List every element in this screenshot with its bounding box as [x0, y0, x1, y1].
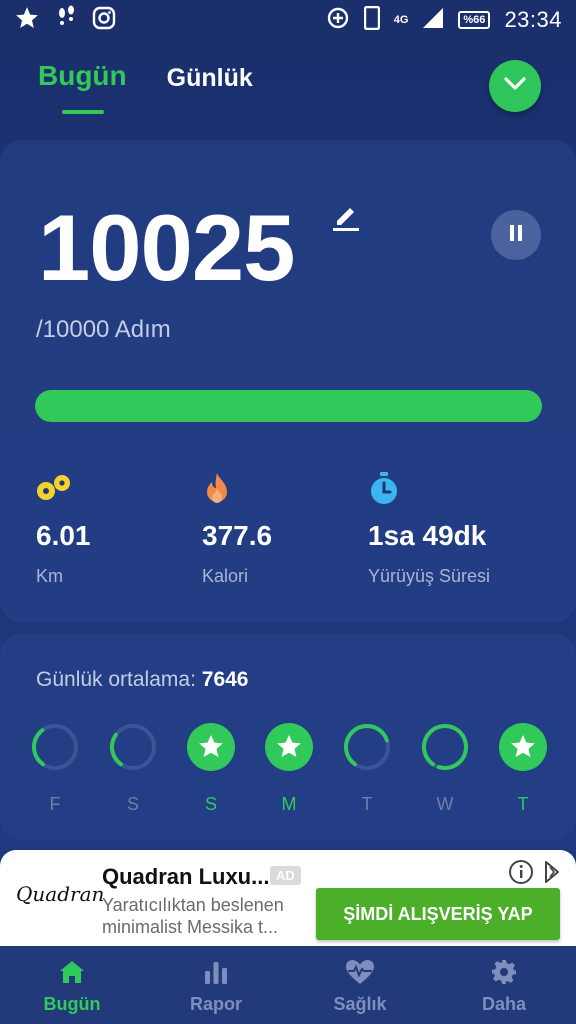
- top-tabs: Bugün Günlük: [38, 60, 253, 116]
- calories-label: Kalori: [202, 566, 249, 586]
- duration-value: 1sa 49dk: [368, 520, 487, 551]
- nav-report[interactable]: Rapor: [144, 946, 288, 1024]
- ad-cta-button[interactable]: ŞİMDİ ALIŞVERİŞ YAP: [316, 888, 560, 940]
- home-icon: [59, 958, 85, 986]
- nav-health-label: Sağlık: [333, 994, 387, 1014]
- footsteps-icon: [36, 470, 91, 506]
- calories-value: 377.6: [202, 520, 273, 551]
- pause-button[interactable]: [491, 210, 541, 260]
- bottom-navigation: Bugün Rapor Sağlık Daha: [0, 946, 576, 1024]
- status-bar: 4G %66 23:34: [0, 0, 576, 40]
- nav-health[interactable]: Sağlık: [288, 946, 432, 1024]
- pause-icon: [508, 224, 524, 247]
- bar-chart-icon: [203, 958, 229, 986]
- day-progress-ring: [31, 724, 78, 770]
- day-progress-ring: [110, 724, 156, 770]
- ad-description: Yaratıcılıktan beslenen minimalist Messi…: [102, 895, 284, 937]
- edit-goal-button[interactable]: [331, 200, 361, 237]
- day-1[interactable]: S: [108, 722, 158, 815]
- day-0[interactable]: F: [30, 722, 80, 815]
- nav-report-label: Rapor: [189, 994, 242, 1014]
- day-label: W: [436, 794, 454, 814]
- day-star-icon: [187, 723, 235, 771]
- instagram-icon: [92, 6, 116, 35]
- stat-distance: 6.01 Km: [36, 470, 91, 587]
- day-label: M: [281, 794, 297, 814]
- day-3[interactable]: M: [264, 722, 314, 815]
- ad-badge: AD: [270, 866, 301, 885]
- step-progress-fill: [35, 390, 542, 422]
- daily-average-value: 7646: [201, 668, 249, 691]
- daily-average: Günlük ortalama: 7646: [36, 668, 248, 692]
- day-label: F: [49, 794, 61, 814]
- phone-icon: [363, 5, 380, 35]
- day-4[interactable]: T: [342, 722, 392, 815]
- flame-icon: [202, 470, 272, 506]
- network-type: 4G: [393, 14, 409, 26]
- nav-more-label: Daha: [481, 994, 526, 1014]
- distance-value: 6.01: [36, 520, 91, 551]
- day-progress-ring: [344, 724, 390, 770]
- pencil-icon: [331, 208, 361, 236]
- day-progress-ring: [422, 724, 468, 770]
- nav-more[interactable]: Daha: [432, 946, 576, 1024]
- stat-calories: 377.6 Kalori: [202, 470, 272, 587]
- ad-title[interactable]: Quadran Luxu...: [102, 864, 269, 890]
- footsteps-notification-icon: [54, 5, 78, 36]
- nav-today[interactable]: Bugün: [0, 946, 144, 1024]
- day-star-icon: [265, 723, 313, 771]
- nav-today-label: Bugün: [43, 994, 101, 1014]
- day-label: T: [517, 794, 529, 814]
- ad-info-button[interactable]: [508, 858, 560, 891]
- day-2[interactable]: S: [186, 722, 236, 815]
- steps-count: 10025: [38, 195, 295, 300]
- step-progress-bar: [35, 390, 542, 422]
- stopwatch-icon: [368, 470, 490, 506]
- expand-button[interactable]: [489, 60, 541, 112]
- step-goal: /10000 Adım: [36, 316, 171, 343]
- star-icon: [14, 5, 40, 36]
- chevron-down-icon: [504, 76, 526, 96]
- tab-today[interactable]: Bugün: [38, 60, 127, 114]
- stat-duration: 1sa 49dk Yürüyüş Süresi: [368, 470, 490, 587]
- gear-icon: [491, 958, 517, 986]
- duration-label: Yürüyüş Süresi: [368, 566, 491, 586]
- signal-icon: [422, 7, 444, 34]
- tab-daily[interactable]: Günlük: [167, 64, 253, 116]
- ad-logo: Quadran: [16, 882, 105, 906]
- day-label: T: [361, 794, 373, 814]
- distance-label: Km: [36, 566, 63, 586]
- day-label: S: [204, 794, 217, 814]
- clock: 23:34: [504, 7, 562, 32]
- daily-average-label: Günlük ortalama:: [36, 668, 196, 691]
- heart-pulse-icon: [345, 958, 375, 986]
- day-star-icon: [499, 723, 547, 771]
- day-5[interactable]: W: [420, 722, 470, 815]
- day-label: S: [126, 794, 139, 814]
- day-6[interactable]: T: [498, 722, 548, 815]
- data-saver-icon: [326, 6, 350, 35]
- battery-indicator: %66: [458, 11, 491, 29]
